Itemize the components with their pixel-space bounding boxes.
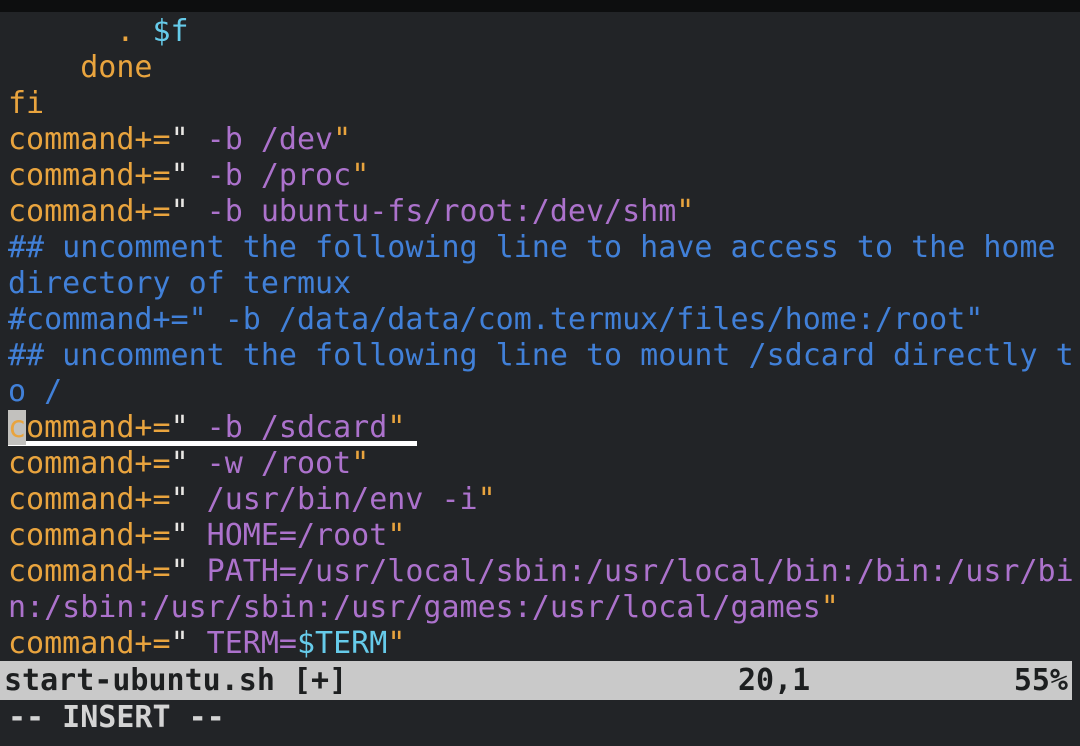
code-segment: -b ubuntu-fs/root:/dev/shm (189, 194, 677, 229)
editor-line[interactable]: command+=" -w /root" (0, 446, 1080, 482)
code-segment: " (171, 410, 189, 445)
terminal-screen[interactable]: . $f done fi command+=" -b /dev" command… (0, 0, 1080, 746)
code-segment: TERM= (189, 626, 297, 661)
code-segment: " (171, 626, 189, 661)
code-segment: command+= (8, 194, 171, 229)
code-segment: PATH=/usr/local/sbin:/usr/local/bin:/bin… (189, 554, 1074, 589)
comment-segment: directory of termux (8, 266, 351, 301)
editor-line[interactable]: ## uncomment the following line to have … (0, 230, 1080, 266)
code-segment: " (387, 626, 405, 661)
comment-segment: ## uncomment the following line to mount… (8, 338, 1074, 373)
code-segment: " (171, 518, 189, 553)
code-segment: " (171, 122, 189, 157)
code-segment: " (676, 194, 694, 229)
code-segment: command+= (8, 446, 171, 481)
editor-line[interactable]: done (0, 50, 1080, 86)
code-segment: fi (8, 86, 44, 121)
code-segment: ommand+= (26, 410, 171, 445)
editor-line[interactable]: command+=" /usr/bin/env -i" (0, 482, 1080, 518)
cursorline-underline: command+=" -b /sdcard" (8, 410, 417, 446)
code-segment: -b /dev (189, 122, 334, 157)
code-segment: " (351, 446, 369, 481)
statusline-scroll-percent: 55% (1014, 661, 1068, 700)
code-segment: -b /proc (189, 158, 352, 193)
code-segment: -b /sdcard (189, 410, 388, 445)
editor-line[interactable]: #command+=" -b /data/data/com.termux/fil… (0, 302, 1080, 338)
statusline-filename: start-ubuntu.sh [+] (4, 661, 347, 700)
code-segment: done (8, 50, 153, 85)
editor-line[interactable]: fi (0, 86, 1080, 122)
code-segment: command+= (8, 482, 171, 517)
code-segment: " (171, 482, 189, 517)
code-segment: " (478, 482, 496, 517)
editor-line[interactable]: n:/sbin:/usr/sbin:/usr/games:/usr/local/… (0, 590, 1080, 626)
comment-segment: o / (8, 374, 62, 409)
comment-segment: ## uncomment the following line to have … (8, 230, 1056, 265)
code-segment: command+= (8, 122, 171, 157)
code-segment: " (171, 554, 189, 589)
vim-mode-indicator: -- INSERT -- (0, 700, 1080, 736)
code-segment: " (333, 122, 351, 157)
code-segment: " (351, 158, 369, 193)
vim-buffer[interactable]: . $f done fi command+=" -b /dev" command… (0, 14, 1080, 662)
code-segment: " (171, 194, 189, 229)
editor-line[interactable]: command+=" TERM=$TERM" (0, 626, 1080, 662)
editor-line[interactable]: directory of termux (0, 266, 1080, 302)
editor-line[interactable]: ## uncomment the following line to mount… (0, 338, 1080, 374)
editor-line[interactable]: command+=" -b ubuntu-fs/root:/dev/shm" (0, 194, 1080, 230)
editor-line-cursor[interactable]: command+=" -b /sdcard" (0, 410, 1080, 446)
code-segment: command+= (8, 626, 171, 661)
code-segment: command+= (8, 554, 171, 589)
code-segment: $TERM (297, 626, 387, 661)
editor-line[interactable]: command+=" -b /proc" (0, 158, 1080, 194)
editor-line[interactable]: command+=" -b /dev" (0, 122, 1080, 158)
code-segment: " (387, 410, 405, 445)
statusline-ruler: 20,1 (738, 661, 810, 700)
comment-segment: #command+=" -b /data/data/com.termux/fil… (8, 302, 983, 337)
editor-line[interactable]: command+=" PATH=/usr/local/sbin:/usr/loc… (0, 554, 1080, 590)
code-segment: " (171, 446, 189, 481)
code-segment: -w /root (189, 446, 352, 481)
code-segment: " (821, 590, 839, 625)
editor-line[interactable]: o / (0, 374, 1080, 410)
editor-line[interactable]: . $f (0, 14, 1080, 50)
code-segment: n:/sbin:/usr/sbin:/usr/games:/usr/local/… (8, 590, 821, 625)
code-segment: /usr/bin/env -i (189, 482, 478, 517)
code-segment: $f (153, 14, 189, 49)
vim-statusline: start-ubuntu.sh [+] 20,1 55% (0, 661, 1072, 700)
code-segment: . (8, 14, 153, 49)
text-cursor: c (8, 410, 26, 445)
code-segment: command+= (8, 518, 171, 553)
editor-line[interactable]: command+=" HOME=/root" (0, 518, 1080, 554)
code-segment: " (171, 158, 189, 193)
terminal-top-edge (0, 0, 1080, 12)
code-segment: " (387, 518, 405, 553)
code-segment: HOME=/root (189, 518, 388, 553)
code-segment: command+= (8, 158, 171, 193)
